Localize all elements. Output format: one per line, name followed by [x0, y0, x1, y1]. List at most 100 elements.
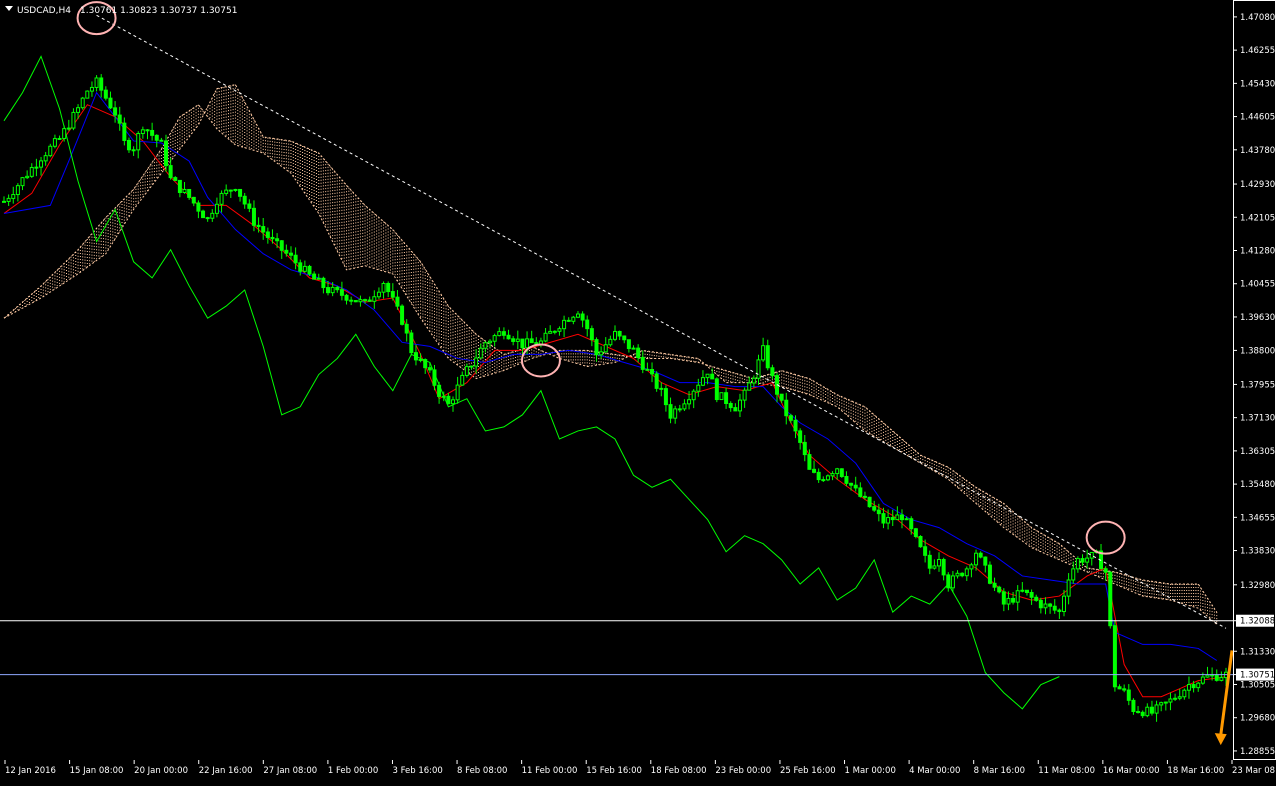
candle-body — [1112, 625, 1117, 688]
candle-body — [770, 367, 775, 377]
candle-body — [288, 252, 293, 256]
candle-body — [11, 194, 16, 199]
candle-body — [298, 262, 303, 272]
y-tick-label: 1.46255 — [1240, 46, 1275, 56]
candle-body — [450, 399, 455, 405]
y-tick-label: 1.28855 — [1240, 747, 1275, 757]
candle-body — [182, 188, 187, 193]
candle-body — [372, 296, 377, 302]
candle-body — [835, 468, 840, 475]
candle-body — [909, 518, 914, 530]
candle-body — [177, 179, 182, 193]
candle-body — [918, 535, 923, 548]
candle-body — [307, 265, 312, 275]
candle-body — [853, 484, 858, 489]
candle-body — [464, 366, 469, 376]
candle-body — [353, 300, 358, 303]
candle-body — [358, 299, 363, 303]
candle-body — [858, 487, 863, 497]
candle-body — [937, 558, 942, 567]
candle-body — [1168, 698, 1173, 703]
candle-body — [1140, 711, 1145, 717]
candle-body — [691, 390, 696, 401]
candle-body — [187, 188, 192, 198]
x-tick-label: 22 Jan 16:00 — [199, 766, 253, 776]
candle-body — [886, 517, 891, 524]
candle-body — [85, 90, 90, 99]
candle-body — [1029, 592, 1034, 598]
candle-body — [1200, 676, 1205, 684]
candle-body — [987, 564, 992, 584]
candle-body — [687, 399, 692, 405]
candle-body — [571, 316, 576, 322]
candle-body — [515, 338, 520, 342]
candle-body — [349, 299, 354, 302]
price-chart[interactable]: 1.47080 1.46255 1.45430 1.44605 1.43780 1.429… — [0, 0, 1276, 782]
candle-body — [608, 338, 613, 346]
candle-body — [589, 328, 594, 341]
chart-header: USDCAD,H4 1.30761 1.30823 1.30737 1.3075… — [5, 6, 237, 16]
candle-body — [131, 149, 136, 152]
x-tick-label: 12 Jan 2016 — [5, 766, 56, 776]
candle-body — [557, 328, 562, 332]
candle-body — [48, 145, 53, 157]
y-tick-label: 1.30505 — [1240, 680, 1275, 690]
candle-body — [446, 395, 451, 405]
candle-body — [1024, 589, 1029, 594]
candle-body — [650, 369, 655, 375]
candle-body — [511, 338, 516, 342]
candle-body — [761, 345, 766, 361]
candle-body — [173, 177, 178, 181]
candle-body — [201, 210, 206, 219]
candle-body — [103, 89, 108, 99]
candle-body — [849, 482, 854, 486]
candle-body — [710, 373, 715, 380]
candle-body — [270, 236, 275, 240]
y-tick-label: 1.47080 — [1240, 13, 1275, 23]
candle-body — [330, 286, 335, 294]
y-tick-label: 1.42930 — [1240, 180, 1275, 190]
candle-body — [552, 330, 557, 333]
candle-body — [1089, 551, 1094, 559]
candle-body — [76, 107, 81, 113]
candle-body — [779, 393, 784, 401]
y-tick-label: 1.37955 — [1240, 380, 1275, 390]
y-tick-label: 1.31330 — [1240, 647, 1275, 657]
candle-body — [529, 338, 534, 344]
candle-body — [247, 203, 252, 209]
candle-body — [265, 231, 270, 238]
candle-body — [251, 207, 256, 226]
candle-body — [80, 97, 85, 109]
candle-body — [673, 408, 678, 419]
y-tick-label: 1.34655 — [1240, 513, 1275, 523]
x-tick-label: 8 Feb 08:00 — [457, 766, 507, 776]
candle-body — [932, 565, 937, 569]
x-tick-label: 18 Mar 16:00 — [1167, 766, 1224, 776]
candle-body — [1177, 696, 1182, 699]
candle-body — [585, 319, 590, 330]
candle-body — [640, 356, 645, 370]
x-tick-label: 15 Jan 08:00 — [70, 766, 124, 776]
candle-body — [784, 399, 789, 417]
candle-body — [594, 339, 599, 356]
candle-body — [238, 188, 243, 197]
candle-body — [363, 299, 368, 302]
x-tick-label: 3 Feb 16:00 — [392, 766, 442, 776]
candle-body — [1108, 571, 1113, 627]
chart-background — [0, 0, 1276, 782]
chart-window[interactable]: 1.47080 1.46255 1.45430 1.44605 1.43780 1.429… — [0, 0, 1276, 782]
candle-body — [876, 509, 881, 515]
y-tick-label: 1.29680 — [1240, 714, 1275, 724]
candle-body — [432, 369, 437, 386]
y-tick-label: 1.32980 — [1240, 581, 1275, 591]
candle-body — [700, 377, 705, 386]
candle-body — [566, 319, 571, 322]
candle-body — [705, 373, 710, 379]
candle-body — [946, 574, 951, 589]
y-tick-label: 1.39630 — [1240, 313, 1275, 323]
candle-body — [1219, 677, 1224, 681]
x-tick-label: 11 Mar 08:00 — [1038, 766, 1095, 776]
y-tick-label: 1.44605 — [1240, 113, 1275, 123]
candle-body — [899, 514, 904, 521]
candle-body — [423, 359, 428, 369]
